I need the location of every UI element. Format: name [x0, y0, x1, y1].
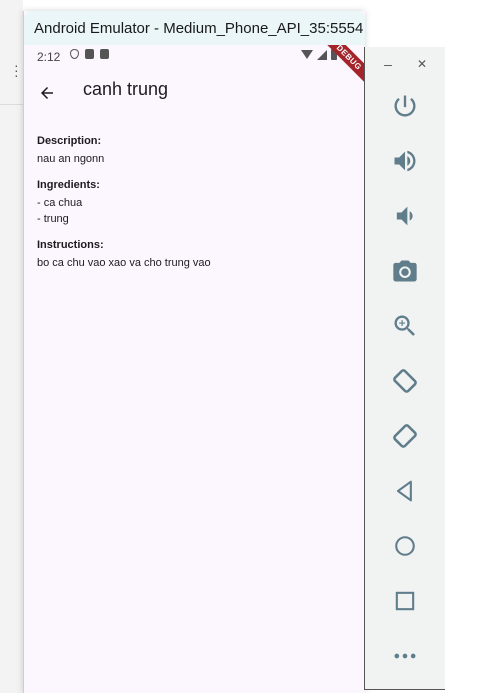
volume-up-button[interactable] — [391, 147, 419, 175]
zoom-button[interactable] — [391, 312, 419, 340]
page-title: canh trung — [83, 79, 169, 99]
more-button[interactable] — [391, 642, 419, 670]
arrow-back-icon — [41, 87, 53, 99]
emulator-controls-panel: – ✕ — [364, 47, 445, 690]
close-button[interactable]: ✕ — [413, 55, 431, 73]
zoom-icon — [394, 315, 415, 336]
overview-icon — [395, 591, 415, 611]
minimize-button[interactable]: – — [379, 55, 397, 73]
home-icon — [395, 536, 415, 556]
ingredient-item: - ca chua — [37, 197, 83, 209]
nav-home-button[interactable] — [391, 532, 419, 560]
more-icon — [394, 653, 416, 659]
signal-icon — [317, 49, 327, 60]
rotate-left-icon — [393, 369, 417, 393]
power-icon — [394, 95, 416, 117]
description-section: Description: nau an ngonn — [37, 135, 352, 167]
screenshot-button[interactable] — [391, 257, 419, 285]
window-title-bar[interactable]: Android Emulator - Medium_Phone_API_35:5… — [24, 11, 365, 45]
power-button[interactable] — [391, 92, 419, 120]
nav-back-button[interactable] — [391, 477, 419, 505]
host-app-edge: · · · — [0, 0, 23, 693]
recipe-details: Description: nau an ngonn Ingredients: -… — [37, 135, 352, 283]
instructions-text: bo ca chu vao xao va cho trung vao — [37, 257, 211, 269]
emulator-window: Android Emulator - Medium_Phone_API_35:5… — [23, 11, 365, 693]
camera-icon — [393, 260, 417, 282]
rotate-left-button[interactable] — [391, 367, 419, 395]
rotate-right-button[interactable] — [391, 422, 419, 450]
instructions-section: Instructions: bo ca chu vao xao va cho t… — [37, 239, 352, 271]
back-icon — [396, 480, 412, 502]
more-vert-icon[interactable]: · · · — [14, 58, 19, 82]
nav-overview-button[interactable] — [391, 587, 419, 615]
notification-icon — [100, 49, 109, 59]
status-bar: 2:12 — [24, 45, 365, 69]
shield-icon — [70, 49, 79, 59]
sim-icon — [85, 49, 94, 59]
ingredient-item: - trung — [37, 213, 69, 225]
volume-down-icon — [396, 206, 413, 226]
back-button[interactable] — [32, 78, 62, 108]
ingredients-label: Ingredients: — [37, 179, 100, 191]
volume-up-icon — [394, 150, 416, 172]
description-text: nau an ngonn — [37, 153, 105, 165]
description-label: Description: — [37, 135, 102, 147]
instructions-label: Instructions: — [37, 239, 104, 251]
ingredients-section: Ingredients: - ca chua - trung — [37, 179, 352, 227]
wifi-icon — [301, 50, 313, 59]
rotate-right-icon — [393, 424, 417, 448]
app-bar: canh trung — [24, 69, 365, 127]
volume-down-button[interactable] — [391, 202, 419, 230]
phone-screen: 2:12 DEBUG canh trung Description: nau a… — [24, 45, 365, 693]
window-title: Android Emulator - Medium_Phone_API_35:5… — [34, 20, 364, 37]
divider — [0, 104, 23, 105]
status-time: 2:12 — [37, 50, 61, 64]
